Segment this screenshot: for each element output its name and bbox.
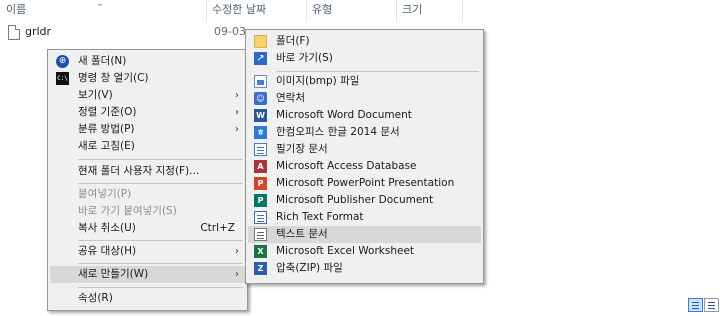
globe-icon: ⊕ [56, 55, 69, 68]
menu-separator [276, 71, 479, 72]
zip-icon: Z [254, 262, 267, 275]
submenu-item-contact[interactable]: ☺ 연락처 [248, 90, 481, 107]
shortcut-icon: ↗ [254, 52, 267, 65]
powerpoint-icon: P [254, 177, 267, 190]
chevron-right-icon: › [235, 246, 239, 257]
hwp-icon: ㅎ [254, 126, 267, 139]
chevron-right-icon: › [235, 269, 239, 280]
menu-item-properties[interactable]: 속성(R) [50, 290, 245, 307]
large-icons-view-button[interactable] [704, 298, 719, 312]
menu-separator [78, 183, 243, 184]
submenu-item-journal[interactable]: 필기장 문서 [248, 141, 481, 158]
menu-separator [78, 263, 243, 264]
submenu-item-excel[interactable]: X Microsoft Excel Worksheet [248, 243, 481, 260]
submenu-item-access[interactable]: A Microsoft Access Database [248, 158, 481, 175]
menu-item-new-folder[interactable]: ⊕ 새 폴더(N) [50, 53, 245, 70]
sort-chevron-icon: ⌄ [96, 0, 105, 9]
contact-icon: ☺ [254, 92, 267, 105]
menu-separator [78, 287, 243, 288]
column-header: 이름 ⌄ 수정한 날짜 유형 크기 [0, 0, 720, 22]
submenu-item-zip[interactable]: Z 압축(ZIP) 파일 [248, 260, 481, 277]
column-modified[interactable]: 수정한 날짜 [206, 0, 306, 22]
new-submenu: 폴더(F) ↗ 바로 가기(S) 이미지(bmp) 파일 ☺ 연락처 W Mic… [245, 29, 484, 284]
image-icon [254, 75, 267, 88]
submenu-item-bitmap[interactable]: 이미지(bmp) 파일 [248, 73, 481, 90]
journal-icon [254, 143, 267, 156]
menu-item-paste[interactable]: 붙여넣기(P) [50, 186, 245, 203]
menu-item-new[interactable]: 새로 만들기(W) › [50, 266, 245, 283]
chevron-right-icon: › [235, 124, 239, 135]
publisher-icon: P [254, 194, 267, 207]
submenu-item-word[interactable]: W Microsoft Word Document [248, 107, 481, 124]
menu-item-refresh[interactable]: 새로 고침(E) [50, 138, 245, 155]
menu-item-customize-folder[interactable]: 현재 폴더 사용자 지정(F)... [50, 163, 245, 180]
context-menu: ⊕ 새 폴더(N) C:\ 명령 창 열기(C) 보기(V) › 정렬 기준(O… [47, 49, 248, 311]
menu-item-undo-copy[interactable]: 복사 취소(U) Ctrl+Z [50, 220, 245, 237]
submenu-item-folder[interactable]: 폴더(F) [248, 33, 481, 50]
menu-item-paste-shortcut[interactable]: 바로 가기 붙여넣기(S) [50, 203, 245, 220]
access-icon: A [254, 160, 267, 173]
column-type[interactable]: 유형 [306, 0, 396, 22]
shortcut-text: Ctrl+Z [200, 222, 235, 234]
file-icon [8, 25, 20, 40]
menu-item-open-command-window[interactable]: C:\ 명령 창 열기(C) [50, 70, 245, 87]
submenu-item-publisher[interactable]: P Microsoft Publisher Document [248, 192, 481, 209]
command-prompt-icon: C:\ [56, 72, 69, 85]
rtf-icon [254, 211, 267, 224]
menu-item-view[interactable]: 보기(V) › [50, 87, 245, 104]
details-view-button[interactable] [688, 298, 703, 312]
word-icon: W [254, 109, 267, 122]
text-document-icon [254, 228, 267, 241]
menu-item-sort-by[interactable]: 정렬 기준(O) › [50, 104, 245, 121]
file-name: grldr [25, 25, 52, 38]
column-divider[interactable] [462, 0, 463, 22]
chevron-right-icon: › [235, 107, 239, 118]
file-row[interactable]: grldr 09-03-3 [0, 23, 260, 43]
menu-separator [78, 159, 243, 160]
menu-item-share-with[interactable]: 공유 대상(H) › [50, 243, 245, 260]
chevron-right-icon: › [235, 90, 239, 101]
menu-item-group-by[interactable]: 분류 방법(P) › [50, 121, 245, 138]
column-size[interactable]: 크기 [396, 0, 462, 22]
folder-icon [254, 35, 267, 48]
menu-separator [78, 240, 243, 241]
submenu-item-powerpoint[interactable]: P Microsoft PowerPoint Presentation [248, 175, 481, 192]
excel-icon: X [254, 245, 267, 258]
submenu-item-text-document[interactable]: 텍스트 문서 [248, 226, 481, 243]
submenu-item-shortcut[interactable]: ↗ 바로 가기(S) [248, 50, 481, 67]
submenu-item-rtf[interactable]: Rich Text Format [248, 209, 481, 226]
submenu-item-hwp[interactable]: ㅎ 한컴오피스 한글 2014 문서 [248, 124, 481, 141]
